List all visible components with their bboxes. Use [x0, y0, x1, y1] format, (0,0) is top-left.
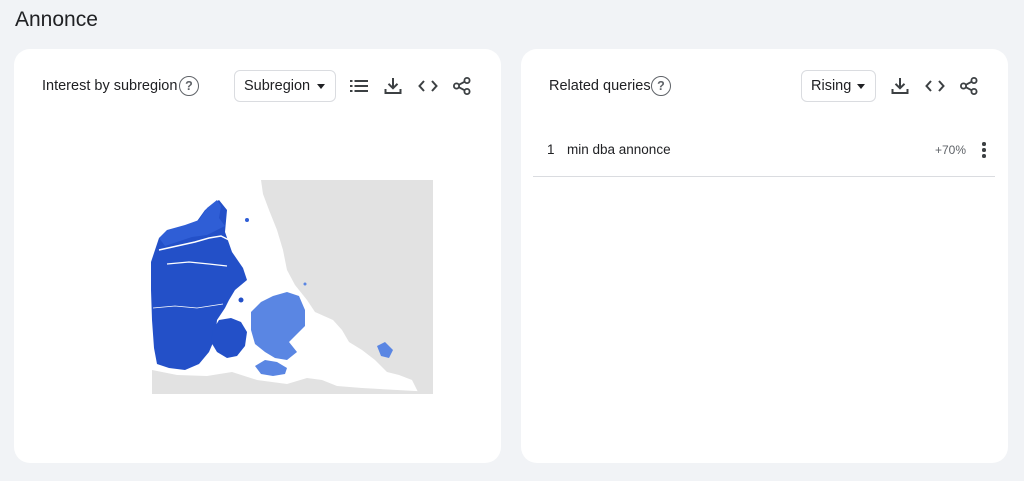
interest-by-subregion-card: Interest by subregion ? Subregion	[14, 49, 501, 463]
map-region-sweden	[261, 180, 433, 394]
chevron-down-icon	[857, 84, 865, 89]
map-region-lolland	[255, 360, 287, 376]
related-queries-card: Related queries ? Rising 1 min dba annon…	[521, 49, 1008, 463]
query-value: +70%	[935, 143, 967, 157]
map-island-anholt	[245, 218, 249, 222]
embed-code-icon[interactable]	[417, 75, 439, 97]
map-region-zealand	[251, 292, 305, 360]
help-circle-icon[interactable]: ?	[651, 76, 671, 96]
card-title: Interest by subregion	[42, 78, 178, 94]
chevron-down-icon	[317, 84, 325, 89]
embed-code-icon[interactable]	[924, 75, 946, 97]
filter-select-value: Rising	[811, 78, 852, 94]
resolution-select[interactable]: Subregion	[234, 70, 336, 102]
download-icon[interactable]	[889, 75, 911, 97]
card-title: Related queries	[549, 78, 651, 94]
list-icon[interactable]	[348, 75, 370, 97]
help-circle-icon[interactable]: ?	[179, 76, 199, 96]
resolution-select-value: Subregion	[244, 78, 311, 94]
page-title: Annonce	[15, 8, 98, 31]
download-icon[interactable]	[382, 75, 404, 97]
share-icon[interactable]	[958, 75, 980, 97]
map-island-hven	[303, 282, 307, 286]
more-vert-icon[interactable]	[978, 140, 990, 160]
query-row[interactable]: 1 min dba annonce +70%	[533, 127, 995, 177]
query-rank: 1	[547, 142, 555, 157]
map-region-germany	[152, 370, 433, 394]
share-icon[interactable]	[451, 75, 473, 97]
subregion-map[interactable]	[137, 180, 433, 394]
filter-select[interactable]: Rising	[801, 70, 876, 102]
query-text[interactable]: min dba annonce	[567, 142, 671, 157]
map-island-samso	[238, 297, 244, 303]
